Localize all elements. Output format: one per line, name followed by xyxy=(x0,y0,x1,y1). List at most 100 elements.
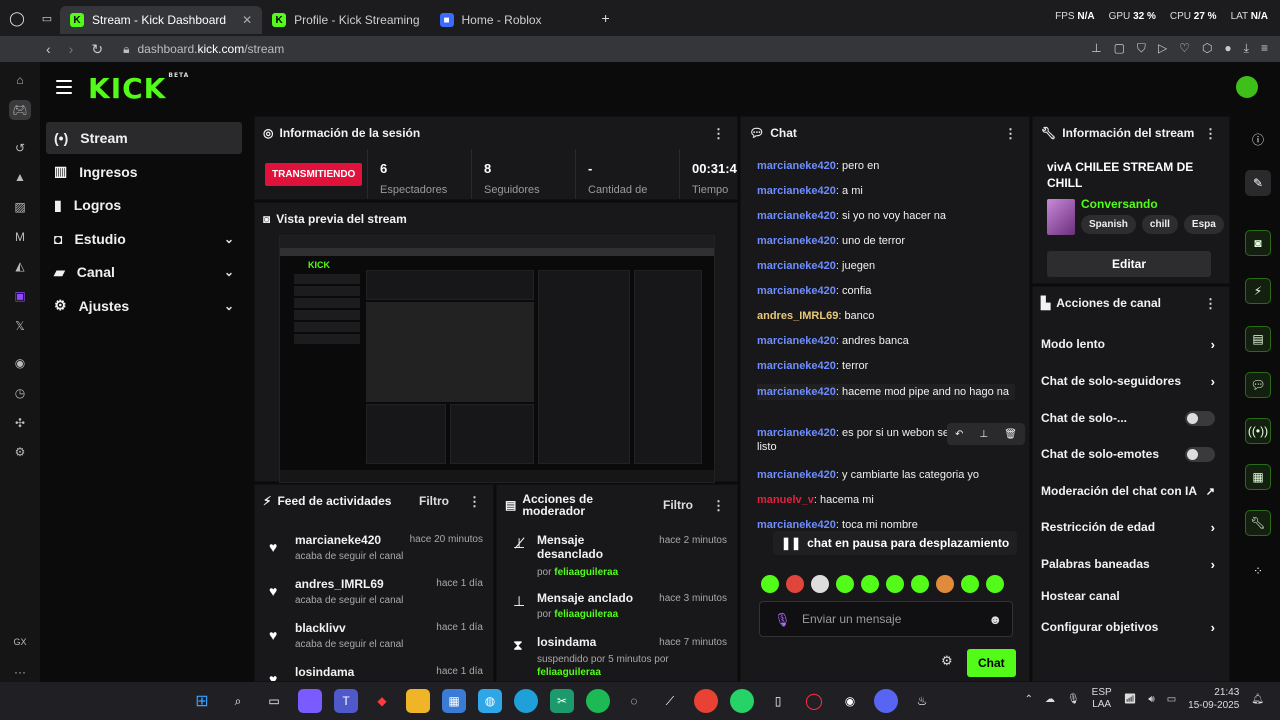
screenshot-icon[interactable]: ▢ xyxy=(1114,41,1125,56)
emote-icon[interactable] xyxy=(861,575,879,593)
more-options-icon[interactable]: ⋮ xyxy=(468,494,481,510)
chat-input[interactable]: 🎙︎ Enviar un mensaje ☻ xyxy=(759,601,1013,637)
action-followers-only[interactable]: Chat de solo-seguidores › xyxy=(1041,366,1215,396)
search-icon[interactable]: ⌕ xyxy=(226,689,250,713)
action-goals[interactable]: Configurar objetivos › xyxy=(1041,612,1215,642)
spotify-icon[interactable]: ◉ xyxy=(9,353,31,374)
clock[interactable]: 21:43 15-09-2025 xyxy=(1188,686,1239,712)
spotify-icon[interactable] xyxy=(586,689,610,713)
toggle-switch[interactable] xyxy=(1185,411,1215,426)
broadcast-icon[interactable]: ((•)) xyxy=(1245,418,1271,444)
store-icon[interactable]: ▦ xyxy=(442,689,466,713)
emote-icon[interactable] xyxy=(961,575,979,593)
chat-username[interactable]: manuelv_v xyxy=(757,494,814,506)
chat-username[interactable]: marcianeke420 xyxy=(757,335,836,347)
chat-settings-icon[interactable]: ⚙ xyxy=(941,653,953,669)
twitch-icon[interactable]: ▣ xyxy=(9,286,31,307)
battery-icon[interactable]: ▭ xyxy=(1167,694,1176,705)
photos-icon[interactable]: ◍ xyxy=(478,689,502,713)
bag-icon[interactable]: ▲ xyxy=(9,167,31,188)
chat-username[interactable]: andres_IMRL69 xyxy=(757,310,838,322)
undo-icon[interactable]: ↶ xyxy=(955,429,963,440)
task-view-icon[interactable]: ▭ xyxy=(262,689,286,713)
discord-icon[interactable] xyxy=(874,689,898,713)
reload-icon[interactable]: ↻ xyxy=(91,41,103,58)
notification-icon[interactable]: 🔔︎ xyxy=(1251,694,1264,705)
mail-icon[interactable]: M xyxy=(9,226,31,247)
play-icon[interactable]: ▷ xyxy=(1158,41,1167,56)
stock-icon[interactable]: ⟋ xyxy=(658,689,682,713)
new-tab-icon[interactable]: + xyxy=(602,10,610,26)
toggle-switch[interactable] xyxy=(1185,447,1215,462)
teams-icon[interactable]: T xyxy=(334,689,358,713)
chat-username[interactable]: marcianeke420 xyxy=(757,160,836,172)
action-age-restriction[interactable]: Restricción de edad › xyxy=(1041,512,1215,542)
chat-username[interactable]: marcianeke420 xyxy=(757,210,836,222)
file-explorer-icon[interactable] xyxy=(406,689,430,713)
more-icon[interactable]: ··· xyxy=(9,661,31,682)
language-indicator[interactable]: ESP LAA xyxy=(1092,687,1112,711)
kick-logo[interactable]: KICK BETA xyxy=(88,72,189,105)
sidebar-item-estudio[interactable]: ◘ Estudio ⌄ xyxy=(46,223,242,255)
edge-icon[interactable] xyxy=(514,689,538,713)
profile-icon[interactable]: ● xyxy=(1224,41,1231,56)
browser-menu-icon[interactable]: ◯ xyxy=(0,10,34,27)
emote-icon[interactable] xyxy=(836,575,854,593)
tab-kick-dashboard[interactable]: K Stream - Kick Dashboard ✕ xyxy=(60,6,263,34)
puzzle-icon[interactable]: ✣ xyxy=(9,412,31,433)
more-options-icon[interactable]: ⋮ xyxy=(1004,126,1017,142)
emoji-icon[interactable]: ☻ xyxy=(988,612,1002,627)
edit-button[interactable]: Editar xyxy=(1047,251,1211,277)
mic-icon[interactable]: 🎙︎ xyxy=(774,612,791,628)
hamburger-icon[interactable] xyxy=(56,80,72,94)
sidebar-item-logros[interactable]: ▮ Logros xyxy=(46,189,242,221)
chat-paused-banner[interactable]: ❚❚ chat en pausa para desplazamiento xyxy=(773,531,1018,555)
chat-username[interactable]: marcianeke420 xyxy=(757,360,836,372)
opera-gx-icon[interactable]: ◯ xyxy=(802,689,826,713)
download-icon[interactable]: ⤓ xyxy=(1244,41,1249,56)
notes-icon[interactable]: ▨ xyxy=(9,197,31,218)
chat-username[interactable]: marcianeke420 xyxy=(757,386,836,398)
steam-icon[interactable]: ♨ xyxy=(910,689,934,713)
volume-icon[interactable]: 🔊︎ xyxy=(1148,694,1154,705)
apps-icon[interactable]: ⁘ xyxy=(1245,558,1271,584)
lightning-icon[interactable]: ⚡︎ xyxy=(1245,278,1271,304)
sidebar-item-ingresos[interactable]: ▥ Ingresos xyxy=(46,156,242,188)
emote-icon[interactable] xyxy=(811,575,829,593)
gx-icon[interactable]: GX xyxy=(9,632,31,653)
pin-icon[interactable]: ⊥ xyxy=(1091,41,1101,56)
capture-icon[interactable]: ◌ xyxy=(622,689,646,713)
tab-overview-icon[interactable]: ▭ xyxy=(34,12,60,25)
url-field[interactable]: 🔒︎ dashboard.kick.com/stream xyxy=(123,42,284,57)
heart-icon[interactable]: ♡ xyxy=(1179,41,1190,56)
chat-send-button[interactable]: Chat xyxy=(967,649,1016,677)
action-slow-mode[interactable]: Modo lento › xyxy=(1041,329,1215,359)
wrench-icon[interactable]: 🔧︎ xyxy=(1245,510,1271,536)
chrome-icon[interactable] xyxy=(694,689,718,713)
pencil-icon[interactable]: ✎ xyxy=(1245,170,1271,196)
copilot-icon[interactable] xyxy=(298,689,322,713)
more-options-icon[interactable]: ⋮ xyxy=(1204,296,1217,312)
info-icon[interactable]: ⓘ xyxy=(1245,126,1271,152)
document-icon[interactable]: ▯ xyxy=(766,689,790,713)
chat-bubble-icon[interactable]: 💬︎ xyxy=(1245,372,1271,398)
notes-icon[interactable]: ▤ xyxy=(1245,326,1271,352)
dashboard-icon[interactable]: ▦ xyxy=(1245,464,1271,490)
chat-username[interactable]: marcianeke420 xyxy=(757,260,836,272)
chevron-up-icon[interactable]: ⌃ xyxy=(1025,694,1033,705)
mic-icon[interactable]: 🎙︎ xyxy=(1067,694,1080,705)
whatsapp-icon[interactable] xyxy=(730,689,754,713)
home-icon[interactable]: ⌂ xyxy=(9,70,31,91)
action-banned-words[interactable]: Palabras baneadas › xyxy=(1041,549,1215,579)
chat-username[interactable]: marcianeke420 xyxy=(757,469,836,481)
emote-icon[interactable] xyxy=(911,575,929,593)
sidebar-item-ajustes[interactable]: ⚙ Ajustes ⌄ xyxy=(46,290,242,322)
filter-button[interactable]: Filtro xyxy=(419,494,449,508)
filter-button[interactable]: Filtro xyxy=(663,498,693,512)
obs-icon[interactable]: ◉ xyxy=(838,689,862,713)
emote-icon[interactable] xyxy=(886,575,904,593)
action-ai-moderation[interactable]: Moderación del chat con IA ↗ xyxy=(1041,476,1215,506)
cloud-icon[interactable]: ☁ xyxy=(1045,694,1055,705)
action-host-channel[interactable]: Hostear canal xyxy=(1041,581,1215,611)
close-tab-icon[interactable]: ✕ xyxy=(242,13,252,27)
